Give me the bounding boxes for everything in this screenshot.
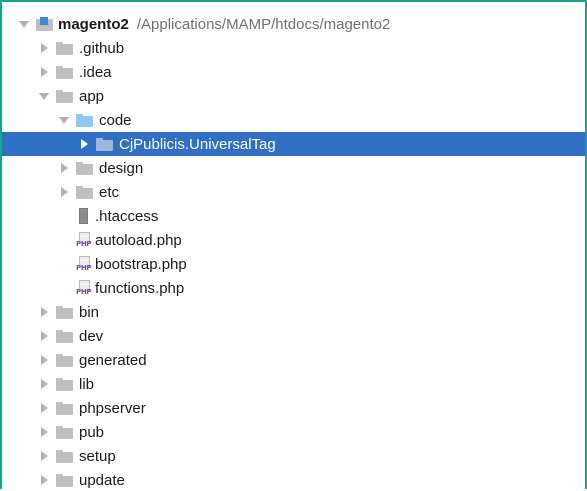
tree-item-label: lib (79, 375, 95, 393)
root-path: /Applications/MAMP/htdocs/magento2 (136, 15, 391, 33)
folder-icon (56, 473, 73, 487)
tree-row-update[interactable]: update (2, 468, 585, 489)
expand-toggle-icon[interactable] (36, 448, 52, 464)
tree-item-label: app (79, 87, 105, 105)
tree-row-autoload-php[interactable]: PHP autoload.php (2, 228, 585, 252)
tree-row-idea[interactable]: .idea (2, 60, 585, 84)
expand-toggle-icon[interactable] (36, 64, 52, 80)
tree-row-dev[interactable]: dev (2, 324, 585, 348)
tree-row-root[interactable]: magento2 /Applications/MAMP/htdocs/magen… (2, 12, 585, 36)
folder-icon (76, 161, 93, 175)
tree-row-github[interactable]: .github (2, 36, 585, 60)
tree-row-cjpublicis-universaltag[interactable]: CjPublicis.UniversalTag (2, 132, 585, 156)
tree-item-label: autoload.php (95, 231, 182, 249)
tree-item-label: dev (79, 327, 104, 345)
tree-row-htaccess[interactable]: .htaccess (2, 204, 585, 228)
expand-toggle-icon[interactable] (56, 160, 72, 176)
tree-row-lib[interactable]: lib (2, 372, 585, 396)
tree-row-app[interactable]: app (2, 84, 585, 108)
tree-row-etc[interactable]: etc (2, 180, 585, 204)
source-folder-icon (76, 113, 93, 127)
folder-icon (56, 41, 73, 55)
tree-row-phpserver[interactable]: phpserver (2, 396, 585, 420)
folder-icon (56, 305, 73, 319)
project-tree-panel: magento2 /Applications/MAMP/htdocs/magen… (0, 0, 587, 489)
tree-item-label: generated (79, 351, 147, 369)
tree-item-label: update (79, 471, 125, 489)
tree-item-label: etc (99, 183, 120, 201)
folder-icon (56, 425, 73, 439)
folder-icon (56, 89, 73, 103)
expand-toggle-icon[interactable] (36, 376, 52, 392)
folder-icon (56, 401, 73, 415)
php-file-icon: PHP (76, 280, 92, 296)
expand-toggle-icon[interactable] (56, 112, 72, 128)
tree-item-label: bootstrap.php (95, 255, 187, 273)
expand-toggle-icon[interactable] (36, 472, 52, 488)
tree-item-label: design (99, 159, 144, 177)
expand-toggle-icon[interactable] (36, 328, 52, 344)
project-folder-icon (36, 17, 53, 31)
expand-toggle-icon[interactable] (76, 136, 92, 152)
folder-icon (56, 353, 73, 367)
tree-item-label: .htaccess (95, 207, 159, 225)
php-file-icon: PHP (76, 256, 92, 272)
folder-icon (56, 65, 73, 79)
tree-item-label: setup (79, 447, 116, 465)
expand-toggle-icon[interactable] (36, 304, 52, 320)
expand-toggle-icon[interactable] (36, 88, 52, 104)
php-file-icon: PHP (76, 232, 92, 248)
expand-toggle-icon[interactable] (36, 352, 52, 368)
folder-icon (56, 377, 73, 391)
module-folder-icon (96, 137, 113, 151)
expand-toggle-icon[interactable] (56, 184, 72, 200)
tree-item-label: CjPublicis.UniversalTag (119, 135, 276, 153)
tree-item-label: functions.php (95, 279, 185, 297)
expand-toggle-icon[interactable] (36, 400, 52, 416)
tree-item-label: code (99, 111, 132, 129)
tree-item-label: .github (79, 39, 125, 57)
folder-icon (56, 329, 73, 343)
tree-row-setup[interactable]: setup (2, 444, 585, 468)
tree-item-label: phpserver (79, 399, 146, 417)
tree-item-label: .idea (79, 63, 112, 81)
folder-icon (56, 449, 73, 463)
tree-row-bin[interactable]: bin (2, 300, 585, 324)
expand-toggle-icon[interactable] (16, 16, 32, 32)
tree-row-bootstrap-php[interactable]: PHP bootstrap.php (2, 252, 585, 276)
tree-row-code[interactable]: code (2, 108, 585, 132)
tree-row-design[interactable]: design (2, 156, 585, 180)
folder-icon (76, 185, 93, 199)
expand-toggle-icon[interactable] (36, 40, 52, 56)
tree-item-label: pub (79, 423, 105, 441)
tree-item-label: bin (79, 303, 100, 321)
tree-row-generated[interactable]: generated (2, 348, 585, 372)
tree-row-functions-php[interactable]: PHP functions.php (2, 276, 585, 300)
tree-row-pub[interactable]: pub (2, 420, 585, 444)
root-name: magento2 (58, 15, 129, 33)
file-icon (76, 208, 90, 224)
expand-toggle-icon[interactable] (36, 424, 52, 440)
